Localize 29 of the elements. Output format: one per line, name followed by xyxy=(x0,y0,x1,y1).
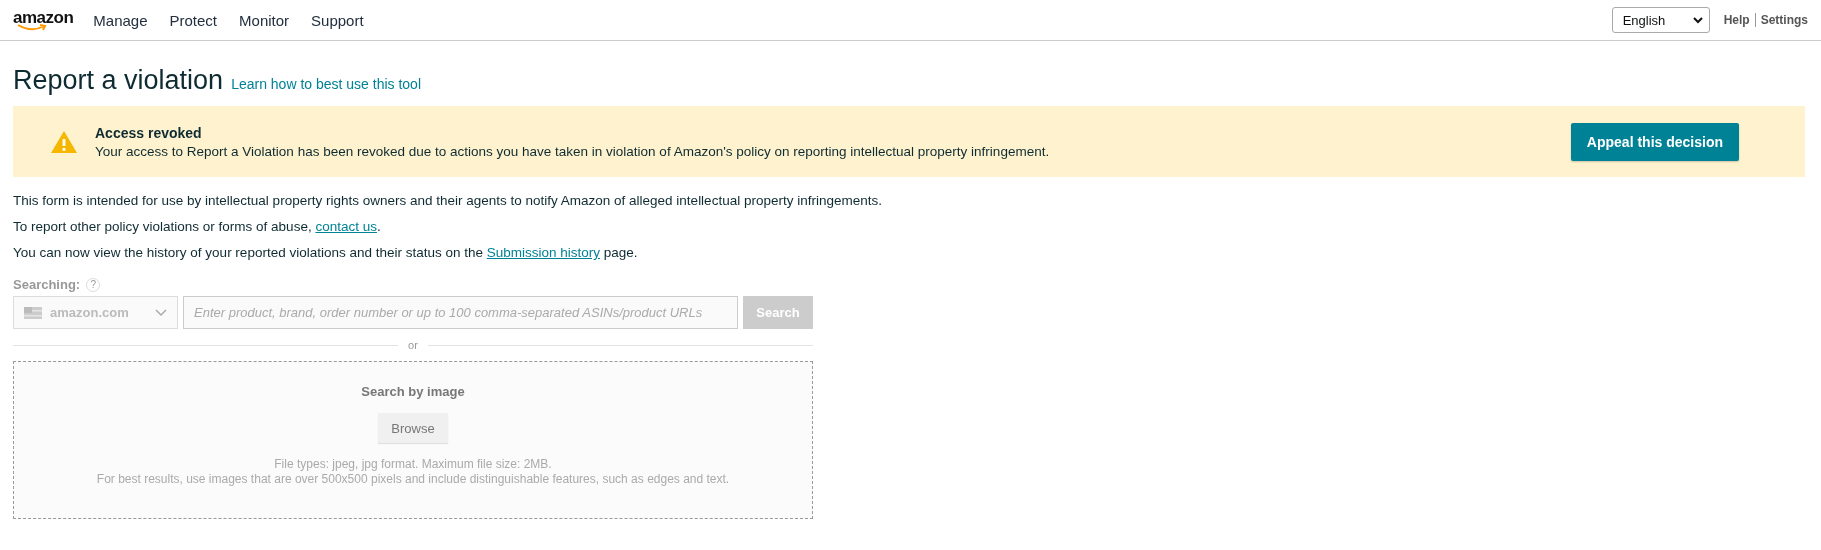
nav-link[interactable]: Support xyxy=(311,11,364,29)
flag-icon xyxy=(24,306,42,319)
alert-message: Your access to Report a Violation has been revoked due to actions you have taken in violation of Amazon's policy on reporting intellectual property infringement. xyxy=(95,143,1051,159)
nav-link[interactable]: Protect xyxy=(169,11,218,29)
alert-title: Access revoked xyxy=(95,124,203,141)
language-select[interactable]: English xyxy=(1611,7,1710,33)
drop-zone-title: Search by image xyxy=(361,384,465,399)
searching-label: Searching: xyxy=(13,277,81,292)
chevron-down-icon xyxy=(155,308,167,317)
image-drop-zone[interactable]: Search by image Browse File types: jpeg, jpg format. Maximum file size: 2MB. For best results, use images that are over 500x500 pixels and include distinguishable features, such as edges and text. xyxy=(13,361,813,519)
smile-arrow-icon xyxy=(17,24,47,31)
help-link[interactable]: Learn how to best use this tool xyxy=(231,76,422,92)
or-divider-label: or xyxy=(408,339,418,351)
intro-text: This form is intended for use by intellectual property rights owners and their agents to notify Amazon of alleged intellectual property infringements. xyxy=(13,195,883,207)
settings-link[interactable]: Settings xyxy=(1760,13,1808,27)
warning-icon xyxy=(50,129,78,154)
nav-link[interactable]: Manage xyxy=(93,11,148,29)
chevron-down-icon xyxy=(1692,16,1703,24)
intro-text: To report other policy violations or forms of abuse, contact us. xyxy=(13,221,382,233)
help-link[interactable]: Help xyxy=(1723,13,1750,27)
intro-text: You can now view the history of your reported violations and their status on the Submission history page. xyxy=(13,247,639,259)
inline-link[interactable]: contact us xyxy=(315,219,377,234)
inline-link[interactable]: Submission history xyxy=(486,245,601,260)
page-title: Report a violation xyxy=(13,65,224,96)
appeal-button[interactable]: Appeal this decision xyxy=(1570,122,1739,161)
logo[interactable]: amazon xyxy=(13,9,74,26)
file-hint: For best results, use images that are over 500x500 pixels and include distinguishable features, such as edges and text. xyxy=(96,472,730,487)
file-hint: File types: jpeg, jpg format. Maximum file size: 2MB. xyxy=(274,457,552,472)
nav-link[interactable]: Monitor xyxy=(239,11,290,29)
